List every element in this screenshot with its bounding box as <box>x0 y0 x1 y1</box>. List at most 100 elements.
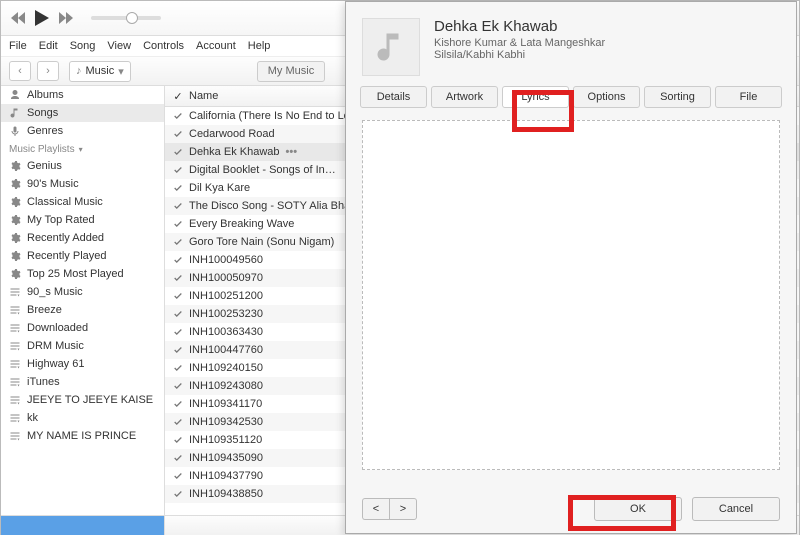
dialog-tab-sorting[interactable]: Sorting <box>644 86 711 108</box>
playlist-item[interactable]: Recently Added <box>1 229 164 247</box>
playlist-item[interactable]: iTunes <box>1 373 164 391</box>
menu-song[interactable]: Song <box>70 40 96 52</box>
dialog-tab-details[interactable]: Details <box>360 86 427 108</box>
playlist-item[interactable]: Classical Music <box>1 193 164 211</box>
song-title: INH109342530 <box>189 416 263 428</box>
library-selector-label: Music <box>86 65 115 77</box>
checkmark-icon[interactable] <box>171 253 185 267</box>
checkmark-icon[interactable] <box>171 343 185 357</box>
playlist-label: iTunes <box>27 376 60 388</box>
volume-slider[interactable] <box>91 16 161 20</box>
dialog-next-button[interactable]: > <box>389 498 417 520</box>
sidebar-item-albums[interactable]: Albums <box>1 86 164 104</box>
playlists-header[interactable]: Music Playlists ▾ <box>1 140 164 157</box>
playlist-item[interactable]: DRM Music <box>1 337 164 355</box>
dialog-tab-artwork[interactable]: Artwork <box>431 86 498 108</box>
dialog-cancel-button[interactable]: Cancel <box>692 497 780 521</box>
playlist-item[interactable]: My Top Rated <box>1 211 164 229</box>
song-title: Digital Booklet - Songs of In… <box>189 164 336 176</box>
checkmark-icon[interactable] <box>171 397 185 411</box>
next-track-button[interactable] <box>57 9 75 27</box>
sidebar: AlbumsSongs Genres Music Playlists ▾ Geni… <box>1 86 165 515</box>
checkmark-icon[interactable] <box>171 469 185 483</box>
list-icon <box>9 430 21 442</box>
menu-edit[interactable]: Edit <box>39 40 58 52</box>
column-name[interactable]: Name <box>189 90 218 102</box>
playlist-label: DRM Music <box>27 340 84 352</box>
playlist-label: Breeze <box>27 304 62 316</box>
playlist-item[interactable]: MY NAME IS PRINCE <box>1 427 164 445</box>
song-title: INH109437790 <box>189 470 263 482</box>
song-title: INH100251200 <box>189 290 263 302</box>
song-title: INH109435090 <box>189 452 263 464</box>
checkmark-icon[interactable] <box>171 415 185 429</box>
checkmark-icon[interactable] <box>171 127 185 141</box>
song-title: INH100447760 <box>189 344 263 356</box>
checkmark-icon[interactable] <box>171 163 185 177</box>
sidebar-item-genres[interactable]: Genres <box>1 122 164 140</box>
gear-icon <box>9 160 21 172</box>
menu-file[interactable]: File <box>9 40 27 52</box>
checkmark-icon[interactable] <box>171 145 185 159</box>
playlist-item[interactable]: Top 25 Most Played <box>1 265 164 283</box>
checkmark-icon[interactable] <box>171 307 185 321</box>
checkmark-icon[interactable] <box>171 487 185 501</box>
song-title: INH109341170 <box>189 398 262 410</box>
song-title: INH109351120 <box>189 434 262 446</box>
list-icon <box>9 286 21 298</box>
checkmark-icon[interactable] <box>171 289 185 303</box>
playlist-item[interactable]: 90_s Music <box>1 283 164 301</box>
song-title: INH100050970 <box>189 272 263 284</box>
playlist-item[interactable]: Recently Played <box>1 247 164 265</box>
tab-my-music[interactable]: My Music <box>257 61 325 82</box>
sidebar-item-label: Genres <box>27 125 63 137</box>
playlist-label: 90's Music <box>27 178 79 190</box>
lyrics-textarea[interactable] <box>369 127 777 467</box>
checkmark-icon[interactable] <box>171 199 185 213</box>
menu-help[interactable]: Help <box>248 40 271 52</box>
prev-track-button[interactable] <box>9 9 27 27</box>
playlist-item[interactable]: Highway 61 <box>1 355 164 373</box>
nav-back-button[interactable]: ‹ <box>9 61 31 81</box>
lyrics-editor <box>362 120 780 470</box>
checkmark-icon[interactable] <box>171 271 185 285</box>
more-icon[interactable]: ••• <box>286 146 298 158</box>
library-selector[interactable]: ♪ Music ▾ <box>69 61 131 82</box>
list-icon <box>9 376 21 388</box>
playlist-item[interactable]: Downloaded <box>1 319 164 337</box>
checkmark-icon[interactable] <box>171 451 185 465</box>
chevron-down-icon: ▾ <box>79 145 83 154</box>
gear-icon <box>9 268 21 280</box>
sidebar-item-songs[interactable]: Songs <box>1 104 164 122</box>
playlist-item[interactable]: JEEYE TO JEEYE KAISE <box>1 391 164 409</box>
playlist-item[interactable]: kk <box>1 409 164 427</box>
dialog-tab-options[interactable]: Options <box>573 86 640 108</box>
music-note-icon <box>373 29 409 65</box>
playlist-item[interactable]: 90's Music <box>1 175 164 193</box>
playlist-label: Highway 61 <box>27 358 84 370</box>
checkmark-icon[interactable] <box>171 109 185 123</box>
checkmark-icon[interactable] <box>171 379 185 393</box>
playlist-item[interactable]: Breeze <box>1 301 164 319</box>
dialog-ok-button[interactable]: OK <box>594 497 682 521</box>
playlist-item[interactable]: Genius <box>1 157 164 175</box>
column-check[interactable]: ✓ <box>171 90 185 103</box>
dialog-prev-button[interactable]: < <box>362 498 389 520</box>
playlist-label: Genius <box>27 160 62 172</box>
play-button[interactable] <box>33 9 51 27</box>
checkmark-icon[interactable] <box>171 325 185 339</box>
nav-forward-button[interactable]: › <box>37 61 59 81</box>
checkmark-icon[interactable] <box>171 433 185 447</box>
checkmark-icon[interactable] <box>171 235 185 249</box>
song-title: The Disco Song - SOTY Alia Bhat… <box>189 200 364 212</box>
menu-view[interactable]: View <box>107 40 131 52</box>
song-title: Dil Kya Kare <box>189 182 250 194</box>
checkmark-icon[interactable] <box>171 181 185 195</box>
menu-controls[interactable]: Controls <box>143 40 184 52</box>
gear-icon <box>9 178 21 190</box>
dialog-tab-lyrics[interactable]: Lyrics <box>502 86 569 108</box>
menu-account[interactable]: Account <box>196 40 236 52</box>
checkmark-icon[interactable] <box>171 217 185 231</box>
dialog-tab-file[interactable]: File <box>715 86 782 108</box>
checkmark-icon[interactable] <box>171 361 185 375</box>
